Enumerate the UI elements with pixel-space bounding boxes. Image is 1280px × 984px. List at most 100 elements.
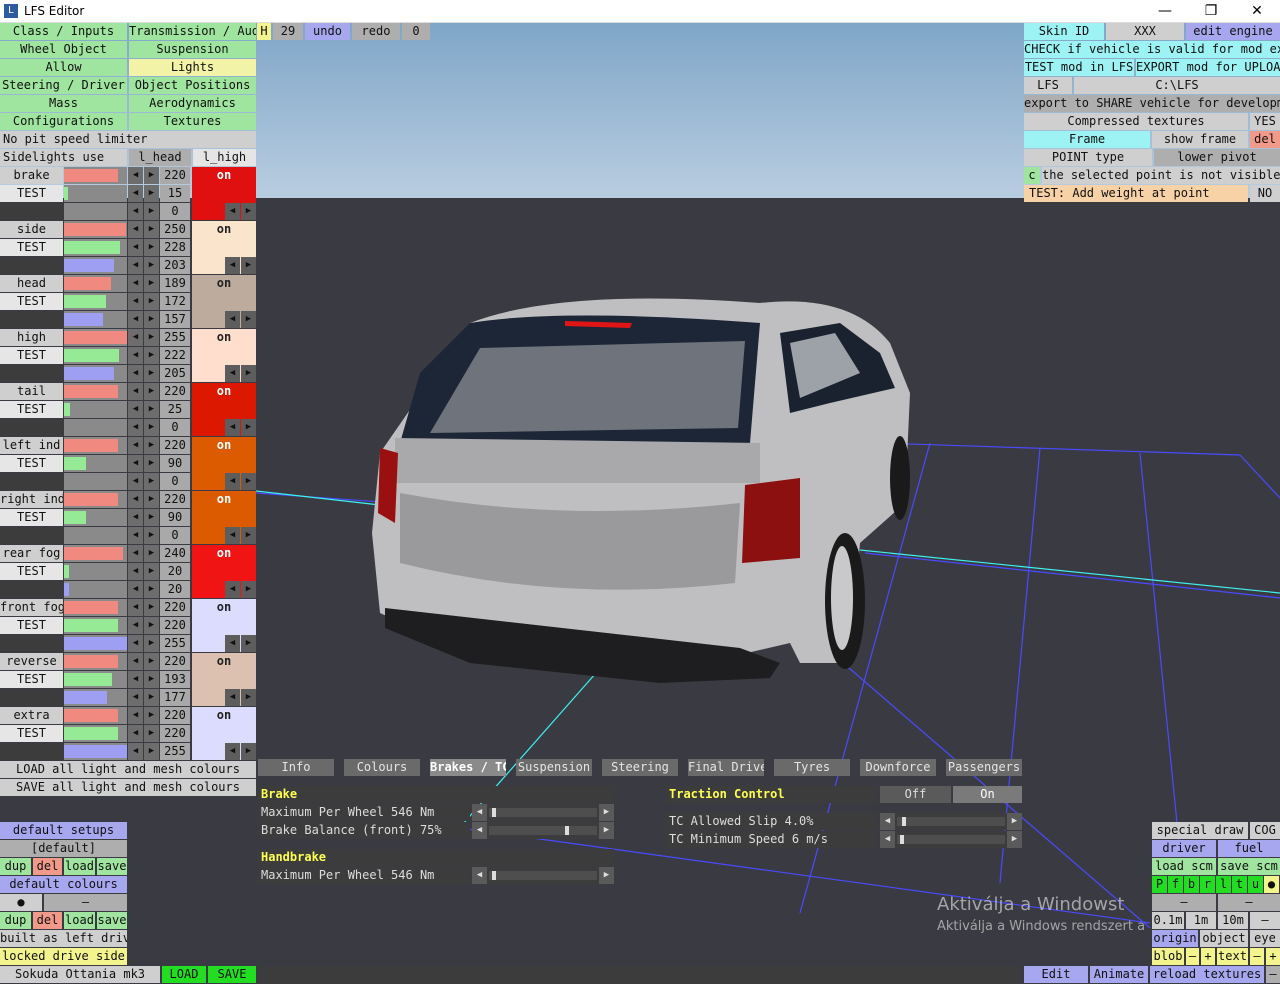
- slider-track[interactable]: [489, 871, 597, 880]
- light-g-dec-5[interactable]: ◀: [128, 455, 143, 472]
- light-b-slider-5[interactable]: [64, 473, 127, 490]
- light-g-inc-6[interactable]: ▶: [144, 509, 159, 526]
- tab-allow[interactable]: Allow: [0, 59, 127, 76]
- tc-off-button[interactable]: Off: [880, 786, 951, 803]
- light-r-inc-8[interactable]: ▶: [144, 599, 159, 616]
- light-test-button-9[interactable]: TEST: [0, 671, 63, 688]
- light-b-inc-10[interactable]: ▶: [144, 743, 159, 760]
- light-g-inc-5[interactable]: ▶: [144, 455, 159, 472]
- tab-brakes-tc[interactable]: Brakes / TC: [430, 759, 506, 776]
- light-b-dec-8[interactable]: ◀: [128, 635, 143, 652]
- light-r-dec-4[interactable]: ◀: [128, 383, 143, 400]
- draw-flag-6[interactable]: u: [1248, 876, 1263, 893]
- scm-dash-left[interactable]: –: [1152, 894, 1216, 911]
- light-on-label-3[interactable]: on: [192, 329, 256, 346]
- light-r-slider-0[interactable]: [64, 167, 127, 184]
- close-button[interactable]: ✕: [1234, 0, 1280, 23]
- draw-flag-0[interactable]: P: [1152, 876, 1167, 893]
- light-swatch-dec-0[interactable]: ◀: [225, 203, 240, 220]
- light-on-label-5[interactable]: on: [192, 437, 256, 454]
- light-b-dec-6[interactable]: ◀: [128, 527, 143, 544]
- special-draw-button[interactable]: special draw: [1152, 822, 1248, 839]
- light-r-dec-0[interactable]: ◀: [128, 167, 143, 184]
- light-g-slider-1[interactable]: [64, 239, 127, 256]
- light-on-label-9[interactable]: on: [192, 653, 256, 670]
- light-g-slider-9[interactable]: [64, 671, 127, 688]
- light-swatch-inc-7[interactable]: ▶: [241, 581, 256, 598]
- light-g-slider-3[interactable]: [64, 347, 127, 364]
- blob-button[interactable]: blob: [1152, 948, 1184, 965]
- light-r-inc-0[interactable]: ▶: [144, 167, 159, 184]
- light-g-dec-2[interactable]: ◀: [128, 293, 143, 310]
- handbrake-max-slider[interactable]: ◀ ▶: [472, 867, 614, 884]
- light-swatch-dec-5[interactable]: ◀: [225, 473, 240, 490]
- setup-del-button[interactable]: del: [33, 858, 62, 875]
- tab-lights[interactable]: Lights: [129, 59, 256, 76]
- tab-suspension[interactable]: Suspension: [516, 759, 592, 776]
- light-on-label-2[interactable]: on: [192, 275, 256, 292]
- light-b-slider-9[interactable]: [64, 689, 127, 706]
- light-b-inc-8[interactable]: ▶: [144, 635, 159, 652]
- light-b-inc-2[interactable]: ▶: [144, 311, 159, 328]
- light-r-dec-9[interactable]: ◀: [128, 653, 143, 670]
- light-r-slider-3[interactable]: [64, 329, 127, 346]
- light-b-inc-3[interactable]: ▶: [144, 365, 159, 382]
- reload-dash-button[interactable]: –: [1266, 966, 1280, 983]
- tab-configurations[interactable]: Configurations: [0, 113, 127, 130]
- light-r-slider-1[interactable]: [64, 221, 127, 238]
- light-b-slider-2[interactable]: [64, 311, 127, 328]
- light-g-slider-8[interactable]: [64, 617, 127, 634]
- light-on-label-1[interactable]: on: [192, 221, 256, 238]
- light-on-label-7[interactable]: on: [192, 545, 256, 562]
- export-share-button[interactable]: export to SHARE vehicle for development: [1024, 95, 1280, 112]
- light-r-dec-6[interactable]: ◀: [128, 491, 143, 508]
- tab-downforce[interactable]: Downforce: [860, 759, 936, 776]
- light-b-slider-8[interactable]: [64, 635, 127, 652]
- light-r-inc-3[interactable]: ▶: [144, 329, 159, 346]
- light-b-slider-0[interactable]: [64, 203, 127, 220]
- setup-dup-button[interactable]: dup: [0, 858, 31, 875]
- blob-plus-button[interactable]: +: [1201, 948, 1215, 965]
- draw-flag-5[interactable]: t: [1232, 876, 1247, 893]
- tc-slip-slider[interactable]: ◀ ▶: [880, 813, 1022, 830]
- colour-save-button[interactable]: save: [97, 912, 127, 929]
- light-g-slider-7[interactable]: [64, 563, 127, 580]
- light-swatch-dec-4[interactable]: ◀: [225, 419, 240, 436]
- slider-inc-arrow[interactable]: ▶: [599, 867, 614, 884]
- light-r-inc-10[interactable]: ▶: [144, 707, 159, 724]
- light-b-inc-7[interactable]: ▶: [144, 581, 159, 598]
- light-r-dec-3[interactable]: ◀: [128, 329, 143, 346]
- light-swatch-inc-0[interactable]: ▶: [241, 203, 256, 220]
- light-swatch-inc-5[interactable]: ▶: [241, 473, 256, 490]
- light-b-dec-10[interactable]: ◀: [128, 743, 143, 760]
- slider-thumb[interactable]: [565, 826, 569, 835]
- max-per-wheel-slider[interactable]: ◀ ▶: [472, 804, 614, 821]
- light-test-button-10[interactable]: TEST: [0, 725, 63, 742]
- frame-button[interactable]: Frame: [1024, 131, 1150, 148]
- step-count[interactable]: 29: [273, 23, 303, 40]
- slider-track[interactable]: [489, 808, 597, 817]
- light-b-dec-0[interactable]: ◀: [128, 203, 143, 220]
- colour-dup-button[interactable]: dup: [0, 912, 31, 929]
- tab-passengers[interactable]: Passengers: [946, 759, 1022, 776]
- light-r-inc-1[interactable]: ▶: [144, 221, 159, 238]
- reload-textures-button[interactable]: reload textures: [1150, 966, 1264, 983]
- light-r-dec-10[interactable]: ◀: [128, 707, 143, 724]
- draw-flag-1[interactable]: f: [1168, 876, 1183, 893]
- light-test-button-4[interactable]: TEST: [0, 401, 63, 418]
- light-g-dec-3[interactable]: ◀: [128, 347, 143, 364]
- cog-button[interactable]: COG: [1250, 822, 1280, 839]
- redo-button[interactable]: redo: [352, 23, 400, 40]
- light-g-inc-8[interactable]: ▶: [144, 617, 159, 634]
- save-car-button[interactable]: SAVE: [208, 966, 256, 983]
- load-all-colours-button[interactable]: LOAD all light and mesh colours: [0, 761, 256, 778]
- light-g-inc-10[interactable]: ▶: [144, 725, 159, 742]
- load-car-button[interactable]: LOAD: [162, 966, 206, 983]
- brake-balance-slider[interactable]: ◀ ▶: [472, 822, 614, 839]
- light-swatch-inc-3[interactable]: ▶: [241, 365, 256, 382]
- slider-dec-arrow[interactable]: ◀: [472, 822, 487, 839]
- slider-dec-arrow[interactable]: ◀: [880, 813, 895, 830]
- light-g-dec-8[interactable]: ◀: [128, 617, 143, 634]
- animate-mode-button[interactable]: Animate: [1090, 966, 1148, 983]
- slider-inc-arrow[interactable]: ▶: [1007, 813, 1022, 830]
